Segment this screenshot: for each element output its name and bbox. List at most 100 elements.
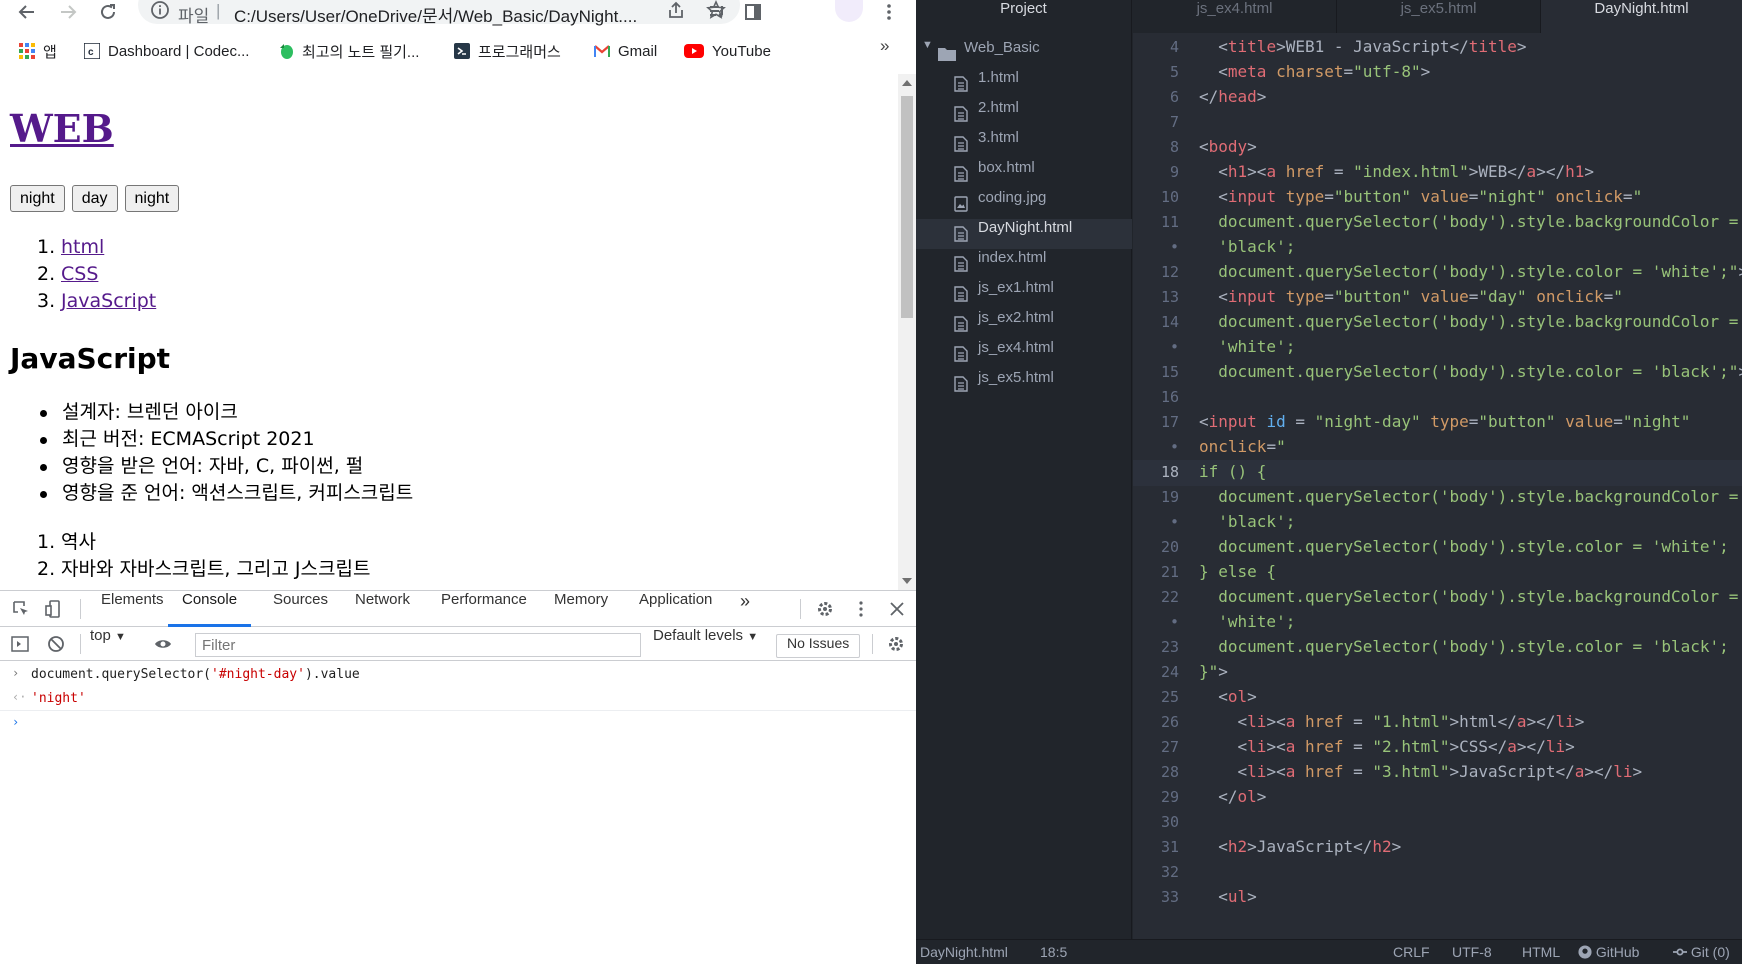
status-git[interactable]: Git (0) [1673, 944, 1730, 960]
tab-sources[interactable]: Sources [273, 591, 328, 627]
code-token: value [1420, 187, 1469, 206]
clear-console-icon[interactable] [47, 635, 65, 653]
url-text[interactable]: C:/Users/User/OneDrive/문서/Web_Basic/DayN… [234, 2, 652, 27]
bookmark-apps[interactable]: 앱 [19, 36, 57, 66]
chrome-menu-button[interactable] [876, 0, 902, 24]
tree-file-item[interactable]: 2.html [916, 99, 1132, 129]
page-scrollbar[interactable] [898, 74, 916, 590]
kebab-menu-icon[interactable] [852, 600, 870, 618]
line-number: 20 [1160, 538, 1179, 556]
bookmark-programmers[interactable]: 프로그래머스 [454, 36, 561, 66]
tree-file-item[interactable]: coding.jpg [916, 189, 1132, 219]
caret-down-icon: ▼ [747, 631, 759, 643]
code-token: type [1285, 287, 1325, 306]
scroll-up-arrow-icon[interactable] [902, 80, 912, 86]
code-token: title [1468, 37, 1517, 56]
bookmark-gmail[interactable]: Gmail [594, 36, 657, 66]
home-link[interactable]: WEB [10, 106, 114, 151]
address-bar[interactable]: 파일 | C:/Users/User/OneDrive/문서/Web_Basic… [138, 0, 740, 27]
code-token: < [1199, 412, 1209, 431]
close-icon[interactable] [888, 600, 906, 618]
sidebar-toggle-icon[interactable] [11, 635, 29, 653]
code-token: > [1247, 137, 1257, 156]
tab-js-ex4[interactable]: js_ex4.html [1133, 0, 1337, 33]
tree-file-item[interactable]: 3.html [916, 129, 1132, 159]
line-number: 22 [1160, 588, 1179, 606]
context-selector[interactable]: top ▼ [90, 627, 126, 661]
line-number: 30 [1160, 813, 1179, 831]
file-text-icon [954, 376, 968, 392]
tree-file-item[interactable]: DayNight.html [916, 219, 1132, 249]
code-token: ></ [1584, 762, 1614, 781]
issues-button[interactable]: No Issues [776, 634, 861, 658]
code-editor[interactable]: 4 <title>WEB1 - JavaScript</title> 5 <met… [1133, 33, 1742, 939]
forward-button[interactable] [55, 0, 81, 24]
scrollbar-thumb[interactable] [901, 96, 913, 318]
tree-file-item[interactable]: index.html [916, 249, 1132, 279]
tab-elements[interactable]: Elements [101, 591, 164, 627]
css-link[interactable]: CSS [61, 263, 98, 285]
share-icon[interactable] [666, 0, 686, 20]
tab-application[interactable]: Application [639, 591, 712, 627]
more-tabs-button[interactable]: » [740, 591, 750, 627]
code-token: value [1420, 287, 1469, 306]
tab-console[interactable]: Console [168, 591, 252, 627]
side-panel-button[interactable] [740, 0, 766, 24]
bookmark-label: 최고의 노트 필기... [302, 43, 420, 61]
console-prompt[interactable]: › [0, 712, 916, 736]
tab-memory[interactable]: Memory [554, 591, 608, 627]
media-control-button[interactable] [704, 0, 730, 24]
day-button[interactable]: day [71, 185, 118, 212]
code-line: document.querySelector('body').style.bac… [1199, 212, 1738, 231]
tree-file-item[interactable]: js_ex4.html [916, 339, 1132, 369]
back-button[interactable] [14, 0, 40, 24]
tab-project[interactable]: Project [916, 0, 1132, 33]
device-toolbar-icon[interactable] [45, 600, 63, 618]
code-token: ul [1227, 887, 1248, 906]
tab-performance[interactable]: Performance [441, 591, 527, 627]
code-token: < [1199, 287, 1228, 306]
scroll-down-arrow-icon[interactable] [902, 578, 912, 584]
bookmark-codecademy[interactable]: c Dashboard | Codec... [84, 36, 249, 66]
tree-file-label: js_ex1.html [978, 279, 1054, 296]
tab-network[interactable]: Network [355, 591, 410, 627]
html-link[interactable]: html [61, 236, 104, 258]
info-icon[interactable] [150, 0, 170, 20]
status-encoding[interactable]: UTF-8 [1452, 944, 1492, 960]
evernote-icon [280, 44, 293, 59]
theme-buttons: night day night [10, 185, 180, 212]
tab-daynight[interactable]: DayNight.html [1541, 0, 1742, 33]
gear-icon[interactable] [887, 635, 905, 653]
console-filter-input[interactable] [195, 633, 641, 657]
javascript-link[interactable]: JavaScript [61, 290, 156, 312]
status-file-path[interactable]: DayNight.html [920, 944, 1008, 960]
eye-icon[interactable] [154, 635, 172, 653]
code-token: >< [1266, 762, 1286, 781]
reload-button[interactable] [95, 0, 121, 24]
inspect-element-icon[interactable] [12, 600, 30, 618]
line-number: 31 [1160, 838, 1179, 856]
profile-avatar[interactable] [835, 0, 863, 22]
gear-icon[interactable] [816, 600, 834, 618]
bookmark-evernote[interactable]: 최고의 노트 필기... [278, 36, 419, 66]
tree-file-item[interactable]: js_ex5.html [916, 369, 1132, 399]
tree-file-label: index.html [978, 249, 1047, 266]
tree-file-item[interactable]: 1.html [916, 69, 1132, 99]
code-line: <body> [1199, 137, 1257, 156]
status-line-ending[interactable]: CRLF [1393, 944, 1430, 960]
tree-file-item[interactable]: box.html [916, 159, 1132, 189]
tree-file-item[interactable]: js_ex2.html [916, 309, 1132, 339]
night-button[interactable]: night [10, 185, 65, 212]
log-levels-dropdown[interactable]: Default levels ▼ [653, 627, 758, 661]
night-day-button[interactable]: night [124, 185, 180, 212]
status-cursor-position[interactable]: 18:5 [1040, 944, 1067, 960]
tree-file-item[interactable]: js_ex1.html [916, 279, 1132, 309]
status-github[interactable]: GitHub [1578, 944, 1639, 960]
bookmark-youtube[interactable]: YouTube [684, 36, 771, 66]
folder-web-basic[interactable]: ▼ Web_Basic [916, 39, 1132, 69]
tab-js-ex5[interactable]: js_ex5.html [1337, 0, 1541, 33]
bookmarks-overflow-button[interactable]: » [880, 36, 889, 66]
status-grammar[interactable]: HTML [1522, 944, 1560, 960]
